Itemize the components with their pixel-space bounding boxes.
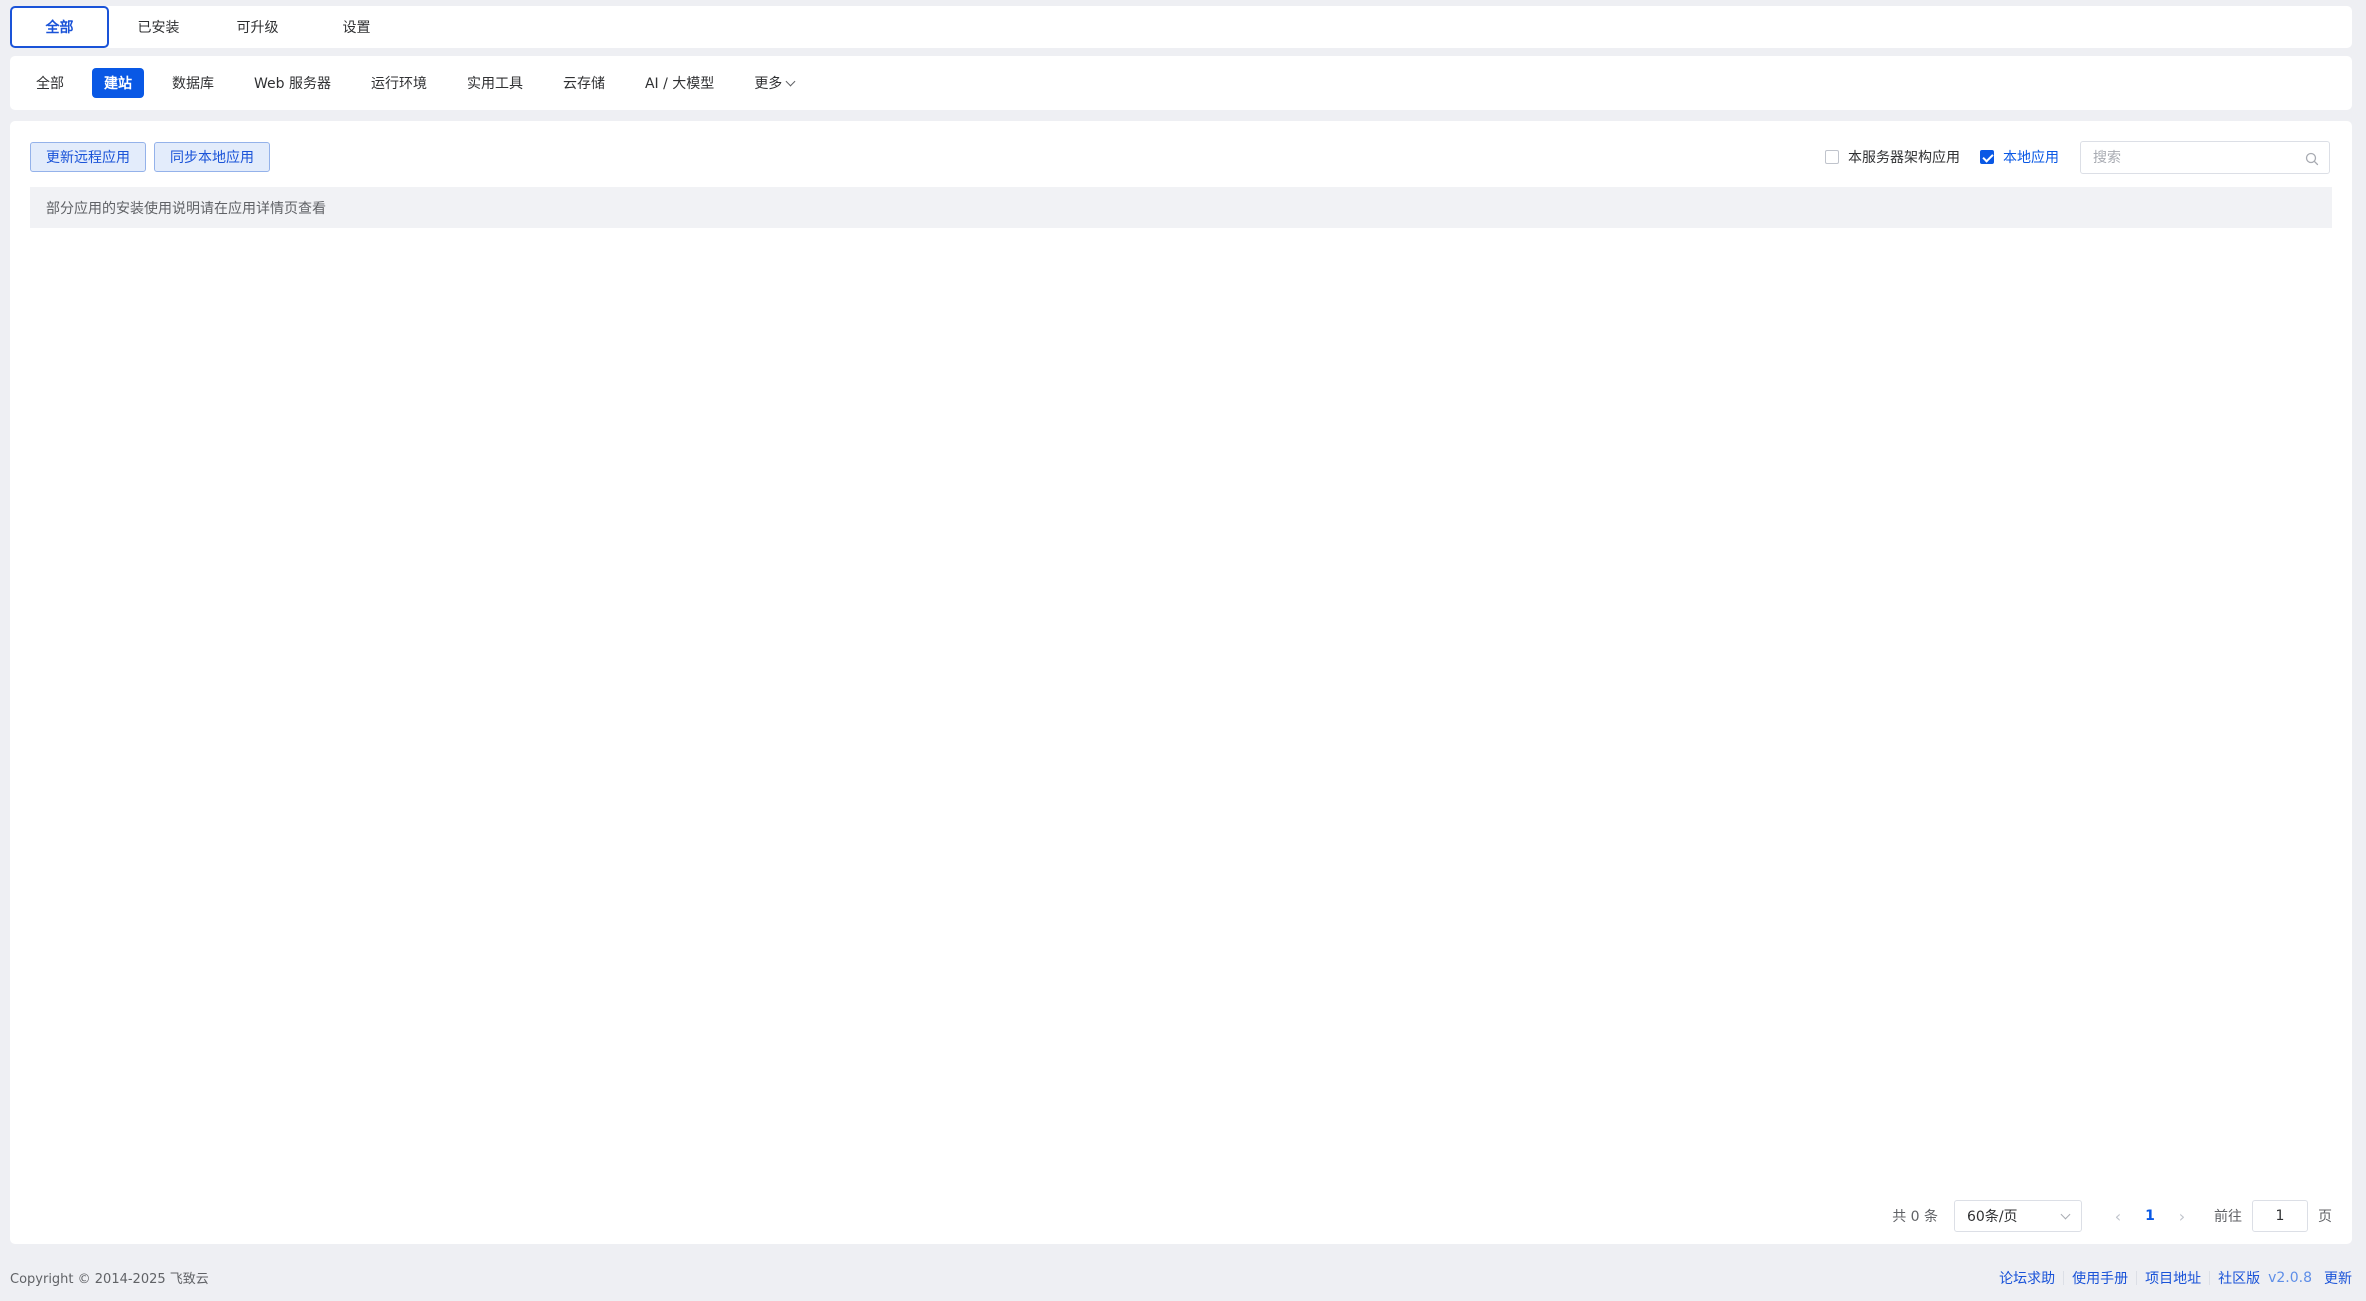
footer-links: 论坛求助 使用手册 项目地址 社区版 v2.0.8 更新 [1991,1268,2352,1288]
category-more-label: 更多 [754,76,783,92]
sync-local-apps-button[interactable]: 同步本地应用 [154,142,270,172]
tab-settings[interactable]: 设置 [307,6,406,48]
pagination: 共 0 条 60条/页 ‹ 1 › 前往 页 [1892,1200,2332,1232]
category-bar: 全部 建站 数据库 Web 服务器 运行环境 实用工具 云存储 AI / 大模型… [10,56,2352,110]
edition-link[interactable]: 社区版 [2210,1268,2260,1288]
category-web-server[interactable]: Web 服务器 [242,68,343,98]
tab-installed[interactable]: 已安装 [109,6,208,48]
category-more-dropdown[interactable]: 更多 [742,68,806,98]
forum-help-link[interactable]: 论坛求助 [1991,1268,2063,1288]
chevron-down-icon [2060,1209,2071,1219]
category-website[interactable]: 建站 [92,68,144,98]
prev-page-icon[interactable]: ‹ [2102,1200,2134,1232]
total-count: 共 0 条 [1892,1209,1938,1225]
local-apps-label: 本地应用 [2003,150,2059,166]
search-icon[interactable] [2305,151,2319,165]
page-size-value: 60条/页 [1967,1209,2018,1225]
local-apps-checkbox[interactable]: 本地应用 [1980,142,2059,172]
copyright-text: Copyright © 2014-2025 飞致云 [10,1272,209,1287]
goto-page: 前往 页 [2214,1200,2332,1232]
category-runtime[interactable]: 运行环境 [359,68,439,98]
goto-suffix: 页 [2318,1209,2332,1225]
app-list-panel: 更新远程应用 同步本地应用 本服务器架构应用 本地应用 部分应用的安装使用说明请… [10,121,2352,1244]
footer: Copyright © 2014-2025 飞致云 论坛求助 使用手册 项目地址… [0,1254,2366,1301]
category-storage[interactable]: 云存储 [551,68,617,98]
checkbox-unchecked-icon [1825,150,1839,164]
search-input[interactable] [2091,148,2305,167]
category-all[interactable]: 全部 [24,68,76,98]
tab-all[interactable]: 全部 [10,6,109,48]
goto-prefix: 前往 [2214,1209,2242,1225]
checkbox-checked-icon [1980,150,1994,164]
page-size-select[interactable]: 60条/页 [1954,1200,2082,1232]
page-number-current[interactable]: 1 [2134,1200,2166,1232]
chevron-down-icon [785,76,796,86]
top-tab-bar: 全部 已安装 可升级 设置 [10,6,2352,48]
category-ai[interactable]: AI / 大模型 [633,68,726,98]
version-text: v2.0.8 [2268,1269,2312,1286]
category-database[interactable]: 数据库 [160,68,226,98]
update-link[interactable]: 更新 [2316,1268,2352,1288]
next-page-icon[interactable]: › [2166,1200,2198,1232]
arch-apps-checkbox[interactable]: 本服务器架构应用 [1825,142,1960,172]
search-box [2080,141,2330,174]
install-notice: 部分应用的安装使用说明请在应用详情页查看 [30,187,2332,228]
tab-upgradable[interactable]: 可升级 [208,6,307,48]
project-link[interactable]: 项目地址 [2137,1268,2209,1288]
category-tools[interactable]: 实用工具 [455,68,535,98]
arch-apps-label: 本服务器架构应用 [1848,150,1960,166]
update-remote-apps-button[interactable]: 更新远程应用 [30,142,146,172]
goto-page-input[interactable] [2252,1200,2308,1232]
user-manual-link[interactable]: 使用手册 [2064,1268,2136,1288]
